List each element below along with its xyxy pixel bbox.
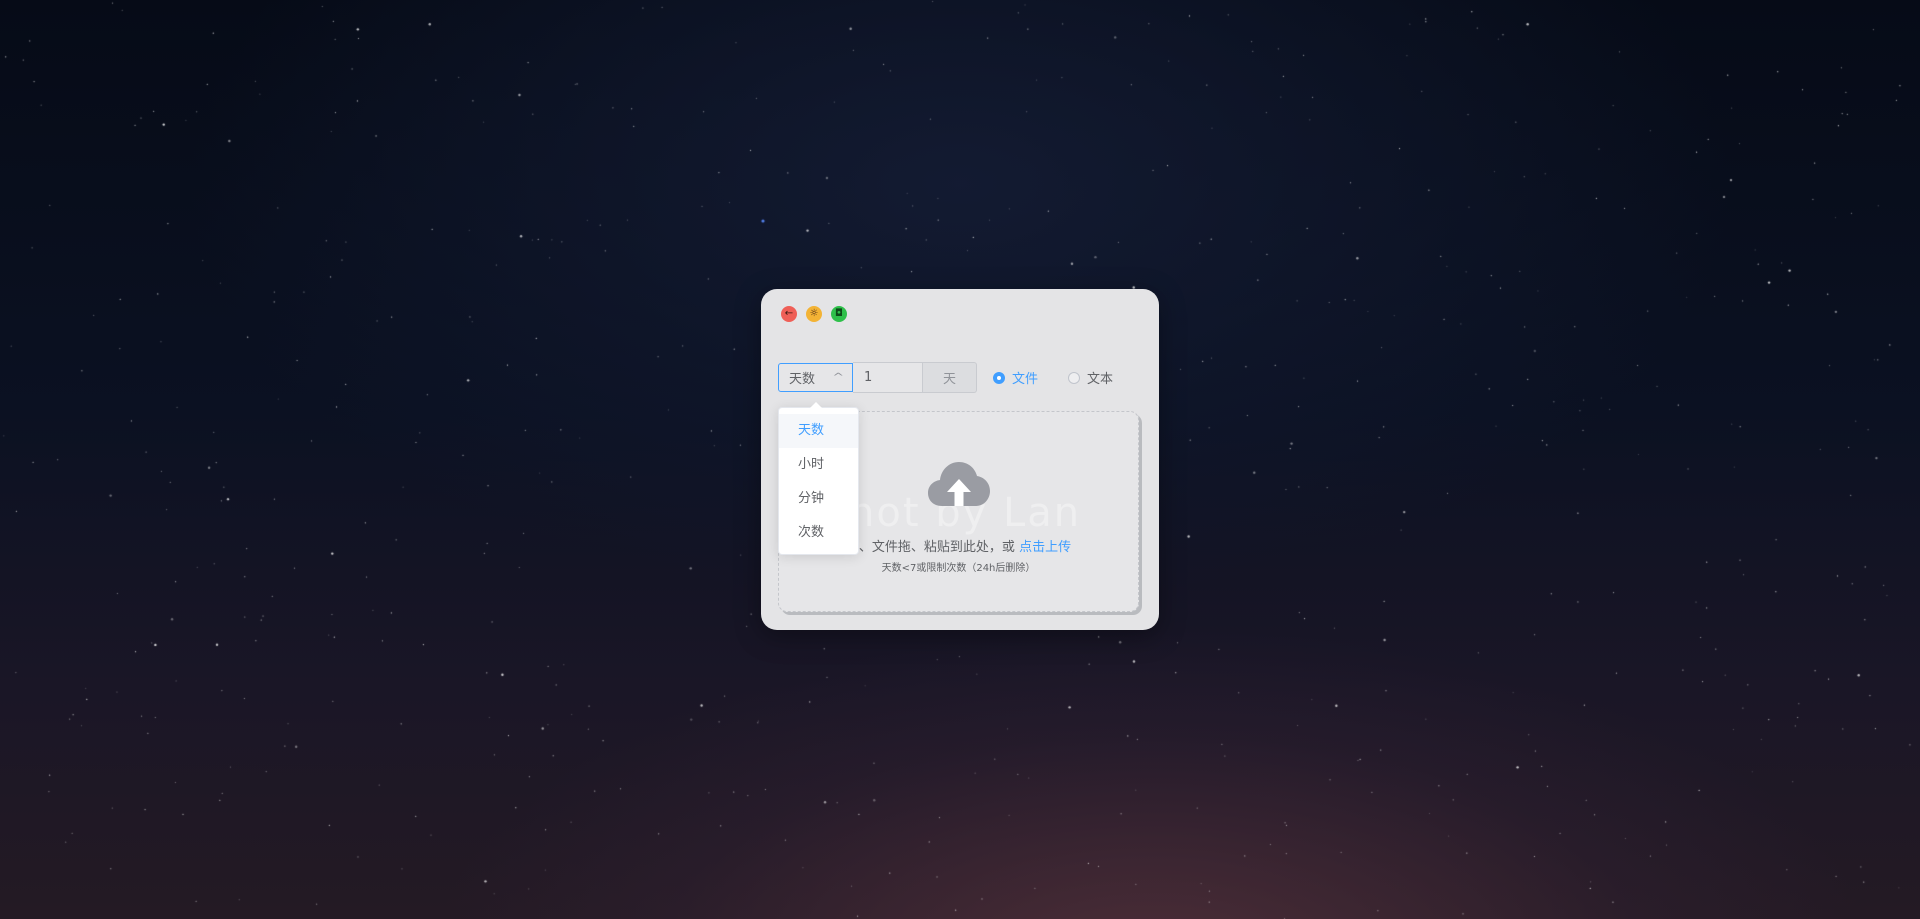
chevron-up-icon: ^ xyxy=(831,372,844,383)
expire-value-text: 1 xyxy=(864,370,873,385)
save-glyph: ◘ xyxy=(835,308,843,319)
theme-icon[interactable]: ☼ xyxy=(806,306,822,322)
radio-file[interactable]: 文件 xyxy=(993,368,1038,387)
radio-file-label[interactable]: 文件 xyxy=(1012,368,1038,387)
dropdown-option-count[interactable]: 次数 xyxy=(779,516,858,550)
expire-unit-label: 天 xyxy=(923,362,977,393)
cloud-upload-icon xyxy=(928,462,990,506)
expire-value-input[interactable]: 1 xyxy=(853,362,923,393)
expire-controls: 天数 ^ 1 天 文件 文本 xyxy=(778,362,1113,393)
expire-type-select[interactable]: 天数 ^ xyxy=(778,363,853,392)
back-icon[interactable]: ← xyxy=(781,306,797,322)
dropdown-option-hours[interactable]: 小时 xyxy=(779,448,858,482)
radio-text-circle[interactable] xyxy=(1068,371,1081,384)
back-glyph: ← xyxy=(784,308,794,319)
dropdown-option-minutes[interactable]: 分钟 xyxy=(779,482,858,516)
radio-file-circle[interactable] xyxy=(993,371,1005,384)
theme-glyph: ☼ xyxy=(809,308,819,319)
dropdown-option-days[interactable]: 天数 xyxy=(779,414,858,448)
expire-type-value: 天数 xyxy=(789,372,816,387)
window-controls: ← ☼ ◘ xyxy=(781,306,847,322)
click-upload-link[interactable]: 点击上传 xyxy=(1019,540,1071,555)
dropzone-hint: 字、文件拖、粘贴到此处，或 xyxy=(845,540,1020,555)
radio-text[interactable]: 文本 xyxy=(1068,368,1113,387)
expire-type-dropdown: 天数 小时 分钟 次数 xyxy=(778,402,859,555)
dropzone-tip: 天数<7或限制次数（24h后删除） xyxy=(881,563,1036,574)
save-icon[interactable]: ◘ xyxy=(831,306,847,322)
radio-text-label[interactable]: 文本 xyxy=(1087,368,1113,387)
